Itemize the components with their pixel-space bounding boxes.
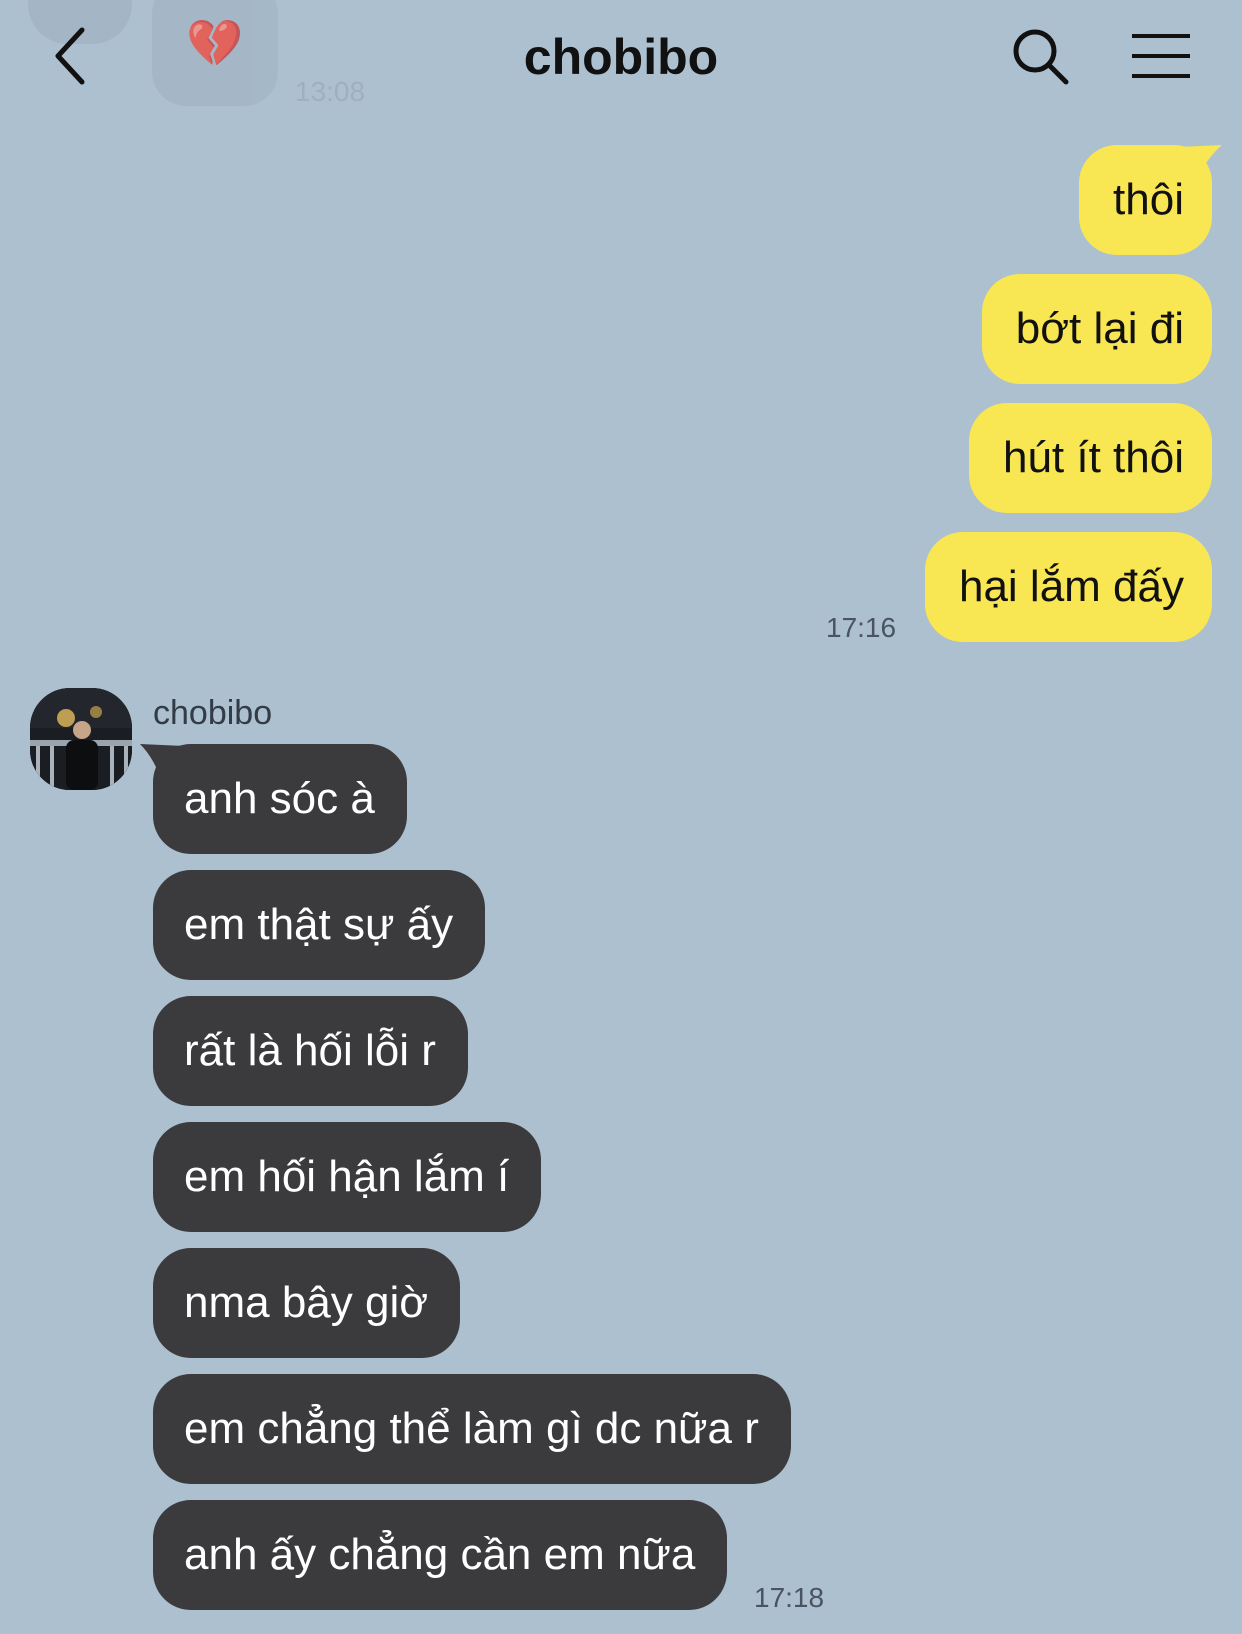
search-icon [1013,29,1069,85]
incoming-message-bubble[interactable]: anh ấy chẳng cần em nữa [153,1500,728,1610]
message-text: em thật sự ấy [184,900,454,949]
chat-header: chobibo [0,0,1242,118]
outgoing-message-bubble[interactable]: hút ít thôi [968,403,1212,513]
outgoing-message-bubble[interactable]: hại lắm đấy [924,532,1212,642]
incoming-message-bubble[interactable]: rất là hối lỗi r [153,996,468,1106]
message-text: nma bây giờ [184,1278,429,1327]
outgoing-message-bubble[interactable]: bớt lại đi [981,274,1212,384]
search-button[interactable] [1004,20,1076,92]
message-text: em chẳng thể làm gì dc nữa r [184,1404,759,1453]
incoming-message-bubble[interactable]: em chẳng thể làm gì dc nữa r [153,1374,791,1484]
message-text: bớt lại đi [1015,304,1184,353]
message-text: anh ấy chẳng cần em nữa [184,1530,696,1579]
incoming-message-bubble[interactable]: em hối hận lắm í [153,1122,542,1232]
message-text: rất là hối lỗi r [184,1026,436,1075]
outgoing-time: 17:16 [826,612,897,643]
profile-photo [30,688,132,790]
incoming-message-bubble[interactable]: nma bây giờ [153,1248,461,1358]
incoming-message-bubble[interactable]: anh sóc à [153,744,407,854]
message-text: thôi [1113,175,1184,224]
message-text: em hối hận lắm í [184,1152,510,1201]
incoming-message-bubble[interactable]: em thật sự ấy [153,870,486,980]
message-text: hại lắm đấy [958,562,1184,611]
sender-name: chobibo [153,694,273,732]
hamburger-menu-icon [1132,34,1190,78]
incoming-time: 17:18 [754,1582,825,1613]
outgoing-message-bubble[interactable]: thôi [1079,145,1212,255]
message-text: hút ít thôi [1002,433,1184,482]
message-text: anh sóc à [184,774,375,823]
menu-button[interactable] [1124,20,1198,92]
avatar[interactable] [30,688,132,790]
